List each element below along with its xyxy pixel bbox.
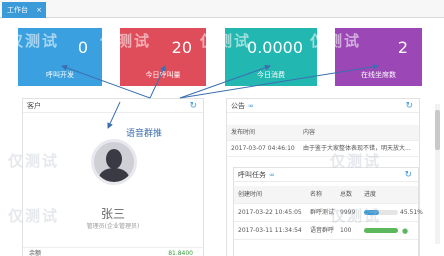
- avatar: [91, 139, 137, 185]
- check-circle-icon: ●: [402, 227, 409, 235]
- refresh-icon[interactable]: ↻: [405, 99, 413, 113]
- account-panel-title: 客户: [27, 102, 41, 110]
- avatar-head-shape: [106, 149, 122, 169]
- watermark: 仅测试: [8, 32, 60, 50]
- close-icon[interactable]: ×: [36, 2, 42, 18]
- task-time: 2017-03-11 11:34:54: [238, 227, 302, 234]
- scrollbar[interactable]: [435, 104, 440, 244]
- watermark: 仅测试: [200, 32, 252, 50]
- call-task-panel: 呼叫任务 ∞ ↻ 创建时间 名称 总数 进度 2017-03-22 10:45:0…: [233, 167, 423, 256]
- task-title: 呼叫任务: [238, 171, 266, 179]
- watermark: 仅测试: [310, 32, 362, 50]
- task-time: 2017-03-22 10:45:05: [238, 209, 302, 216]
- col-name: 名称: [310, 191, 323, 198]
- col-created: 创建时间: [238, 191, 263, 198]
- notice-time: 2017-03-07 04:46:10: [231, 145, 295, 152]
- balance-label: 余额: [29, 250, 42, 256]
- table-row[interactable]: 2017-03-11 11:34:54 语音群呼 100 ●: [234, 222, 418, 240]
- table-row[interactable]: 2017-03-22 10:45:05 群呼测试 9999 45.51%: [234, 204, 423, 222]
- annotation-label: 语音群推: [126, 129, 163, 139]
- stat-label: 今日消费: [257, 71, 285, 79]
- watermark: 仅测试: [8, 207, 60, 225]
- stat-value: 0: [77, 38, 88, 57]
- stat-label: 在线坐席数: [361, 71, 396, 79]
- stat-value: 2: [397, 38, 408, 57]
- task-header: 呼叫任务 ∞ ↻: [234, 168, 418, 182]
- watermark: 仅测试: [330, 152, 382, 170]
- table-row[interactable]: 2017-03-07 04:46:10 由于鉴于大家整体表现不错，明天放大...: [227, 141, 419, 157]
- top-bar: 工作台 ×: [0, 0, 444, 18]
- stat-value: 0.0000: [247, 38, 303, 57]
- notice-header: 公告 ∞ ↻: [227, 99, 419, 113]
- refresh-icon[interactable]: ↻: [404, 168, 412, 182]
- stat-label: 呼叫开发: [46, 71, 74, 79]
- watermark: 仅测试: [8, 152, 60, 170]
- balance-row: 余额 81.8400: [23, 247, 203, 256]
- col-publish-time: 发布时间: [231, 129, 256, 136]
- notice-title: 公告: [231, 102, 245, 110]
- task-table-header: 创建时间 名称 总数 进度: [234, 186, 418, 204]
- notice-table-header: 发布时间 内容: [227, 125, 419, 141]
- account-panel: 客户 ↻ 张三 管理员(企业管理员) 余额 81.8400: [22, 98, 204, 256]
- right-panel: 公告 ∞ ↻ 发布时间 内容 2017-03-07 04:46:10 由于鉴于大家…: [226, 98, 423, 256]
- tab-workbench[interactable]: 工作台 ×: [2, 2, 46, 18]
- progress-fill: [364, 228, 398, 233]
- balance-value: 81.8400: [168, 250, 193, 256]
- progress-text: 45.51%: [400, 209, 423, 216]
- scrollbar-thumb[interactable]: [435, 110, 440, 150]
- account-panel-header: 客户 ↻: [23, 99, 203, 113]
- col-total: 总数: [340, 191, 353, 198]
- refresh-icon[interactable]: ↻: [189, 99, 197, 113]
- col-content: 内容: [303, 129, 316, 136]
- link-icon[interactable]: ∞: [248, 102, 254, 110]
- watermark: 仅测试: [330, 207, 382, 225]
- progress-bar: [364, 228, 398, 233]
- col-progress: 进度: [364, 191, 377, 198]
- avatar-body-shape: [99, 168, 129, 182]
- tab-label: 工作台: [7, 6, 28, 14]
- stat-label: 今日呼叫量: [145, 71, 181, 79]
- watermark: 仅测试: [100, 32, 152, 50]
- link-icon[interactable]: ∞: [269, 171, 275, 179]
- stat-value: 20: [171, 38, 192, 57]
